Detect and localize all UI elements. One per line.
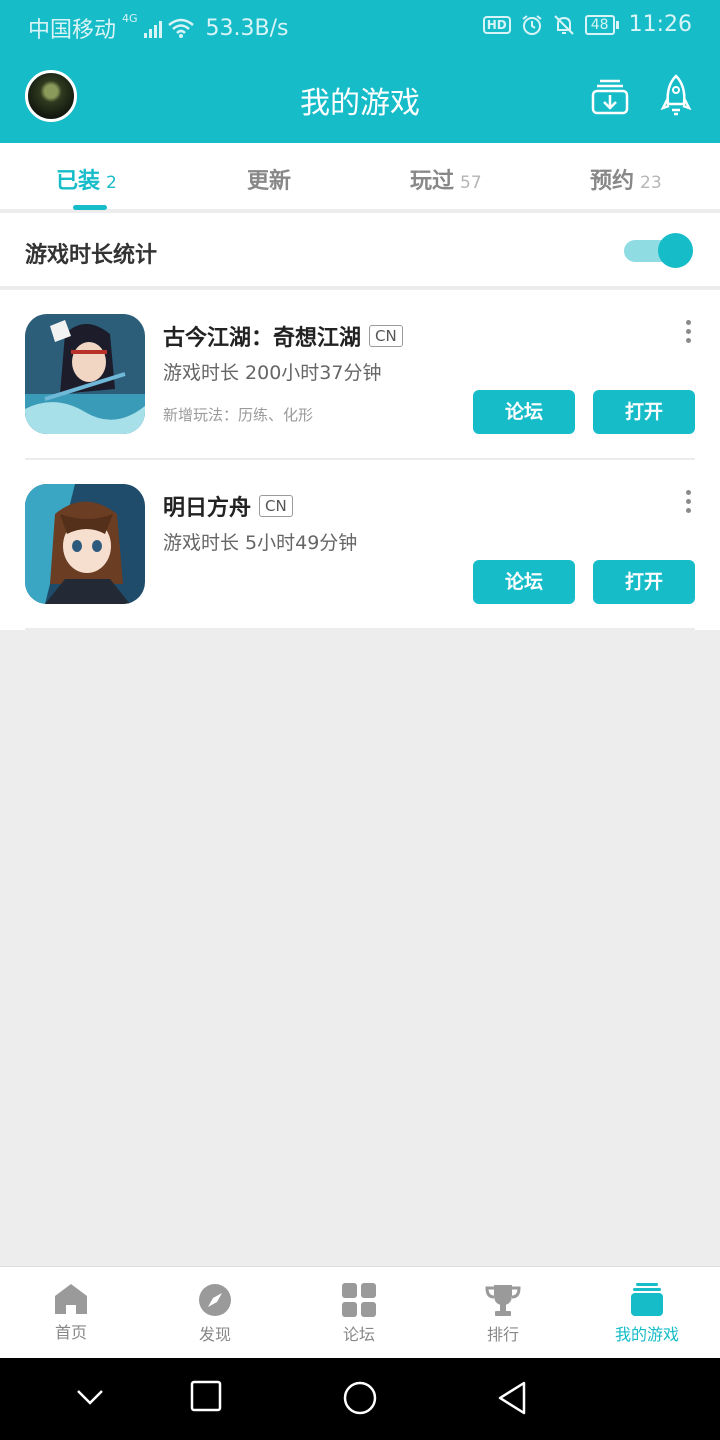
list-item[interactable]: 明日方舟 CN 游戏时长 5小时49分钟 论坛 打开	[0, 460, 720, 630]
nav-label: 首页	[54, 1323, 87, 1342]
play-duration: 游戏时长 5小时49分钟	[163, 532, 358, 554]
carrier-name: 中国移动	[28, 18, 117, 43]
playtime-stats-row: 游戏时长统计	[0, 213, 720, 288]
tab-label: 预约	[590, 169, 635, 194]
tab-count: 23	[640, 173, 662, 193]
tab-count: 2	[106, 173, 117, 193]
game-list: 古今江湖：奇想江湖 CN 游戏时长 200小时37分钟 新增玩法：历练、化形 论坛…	[0, 290, 720, 630]
game-icon[interactable]	[25, 484, 145, 604]
nav-label: 我的游戏	[614, 1325, 679, 1344]
back-icon[interactable]	[496, 1380, 528, 1416]
alarm-icon	[522, 14, 542, 35]
bottom-nav: 首页 发现 论坛 排行 我的游戏	[0, 1266, 720, 1358]
tab-played[interactable]: 玩过 57	[410, 163, 482, 195]
download-manager-icon[interactable]	[590, 76, 630, 116]
playtime-stats-toggle[interactable]	[624, 233, 694, 268]
nav-discover[interactable]: 发现	[160, 1283, 270, 1345]
game-name: 古今江湖：奇想江湖	[163, 326, 362, 351]
nav-ranking[interactable]: 排行	[448, 1283, 558, 1345]
game-title[interactable]: 古今江湖：奇想江湖 CN	[163, 320, 403, 352]
tab-updates[interactable]: 更新	[247, 163, 297, 195]
my-games-icon	[631, 1283, 663, 1316]
play-duration: 游戏时长 200小时37分钟	[163, 362, 382, 384]
list-item[interactable]: 古今江湖：奇想江湖 CN 游戏时长 200小时37分钟 新增玩法：历练、化形 论坛…	[0, 290, 720, 460]
open-button[interactable]: 打开	[593, 390, 695, 434]
network-type: 4G	[122, 12, 138, 25]
game-icon[interactable]	[25, 314, 145, 434]
more-options-icon[interactable]	[686, 320, 696, 346]
recent-apps-icon[interactable]	[190, 1380, 222, 1412]
region-badge: CN	[369, 325, 403, 347]
region-badge: CN	[259, 495, 293, 517]
app-bar: 我的游戏	[0, 50, 720, 143]
mute-bell-icon	[554, 14, 574, 35]
divider	[25, 628, 695, 630]
open-button[interactable]: 打开	[593, 560, 695, 604]
battery-level: 48	[584, 14, 615, 35]
nav-label: 排行	[486, 1325, 519, 1344]
signal-icon	[143, 18, 162, 38]
nav-my-games[interactable]: 我的游戏	[592, 1283, 702, 1345]
tab-installed[interactable]: 已装 2	[56, 163, 117, 195]
game-name: 明日方舟	[163, 496, 252, 521]
system-nav-bar	[0, 1358, 720, 1440]
status-bar: 中国移动 4G 53.3B/s HD 48 11:26	[0, 0, 720, 50]
hide-keyboard-icon[interactable]	[76, 1388, 104, 1406]
home-button-icon[interactable]	[342, 1380, 378, 1416]
tab-label: 已装	[56, 169, 101, 194]
nav-forum[interactable]: 论坛	[304, 1283, 414, 1345]
forum-button[interactable]: 论坛	[473, 390, 575, 434]
more-options-icon[interactable]	[686, 490, 696, 516]
tab-bar: 已装 2 更新 玩过 57 预约 23	[0, 143, 720, 211]
toggle-knob	[658, 233, 693, 268]
compass-icon	[199, 1284, 231, 1316]
trophy-icon	[485, 1285, 521, 1316]
wifi-icon	[167, 18, 194, 38]
update-note: 新增玩法：历练、化形	[163, 406, 314, 424]
network-speed: 53.3B/s	[205, 15, 289, 41]
rocket-icon[interactable]	[660, 74, 692, 118]
tab-label: 更新	[247, 169, 292, 194]
tab-label: 玩过	[410, 169, 455, 194]
grid-icon	[342, 1283, 376, 1317]
tab-count: 57	[460, 173, 482, 193]
playtime-stats-label: 游戏时长统计	[25, 243, 158, 268]
active-tab-indicator	[73, 205, 107, 210]
home-icon	[55, 1284, 87, 1314]
nav-home[interactable]: 首页	[16, 1283, 126, 1343]
tab-reserved[interactable]: 预约 23	[590, 163, 662, 195]
battery-icon: 48	[584, 14, 619, 35]
game-title[interactable]: 明日方舟 CN	[163, 490, 293, 522]
nav-label: 发现	[198, 1325, 231, 1344]
nav-label: 论坛	[342, 1325, 375, 1344]
hd-icon: HD	[482, 15, 511, 34]
forum-button[interactable]: 论坛	[473, 560, 575, 604]
clock: 11:26	[628, 12, 692, 37]
